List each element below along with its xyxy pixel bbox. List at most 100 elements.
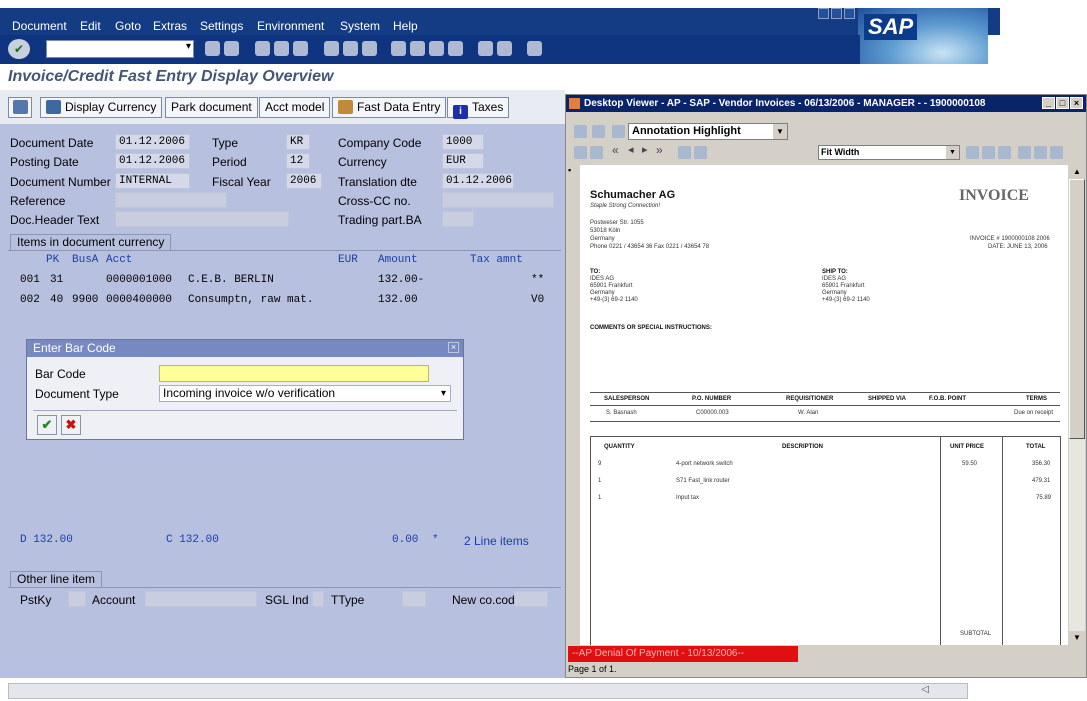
row-pk: 40 bbox=[50, 294, 64, 306]
find-icon[interactable] bbox=[343, 41, 358, 56]
doc-header-text-field[interactable] bbox=[115, 211, 289, 227]
refresh-icon[interactable] bbox=[1034, 146, 1047, 159]
help-icon[interactable] bbox=[527, 41, 542, 56]
fullscreen-icon[interactable] bbox=[998, 146, 1011, 159]
previous-page-icon[interactable] bbox=[410, 41, 425, 56]
back-icon[interactable] bbox=[255, 41, 270, 56]
type-field[interactable]: KR bbox=[286, 134, 310, 150]
minimize-icon[interactable]: _ bbox=[1042, 97, 1055, 109]
document-date-field[interactable]: 01.12.2006 bbox=[115, 134, 190, 150]
dropdown-icon[interactable]: ▼ bbox=[946, 146, 959, 159]
line-total: 75.89 bbox=[1036, 495, 1052, 501]
document-number-field[interactable]: INTERNAL bbox=[115, 173, 190, 189]
print-icon[interactable] bbox=[574, 146, 587, 159]
exit-icon[interactable] bbox=[274, 41, 289, 56]
find-next-icon[interactable] bbox=[362, 41, 377, 56]
ttype-field[interactable] bbox=[402, 591, 426, 607]
reference-field[interactable] bbox=[115, 192, 227, 208]
menu-goto[interactable]: Goto bbox=[115, 19, 141, 33]
type-label: Type bbox=[212, 136, 239, 150]
lines-table-right bbox=[1060, 436, 1061, 645]
dropdown-icon[interactable]: ▾ bbox=[186, 41, 191, 52]
pstky-field[interactable] bbox=[68, 591, 86, 607]
zoom-in-icon[interactable] bbox=[678, 146, 691, 159]
previous-page-icon[interactable]: ◂ bbox=[628, 143, 634, 156]
dropdown-icon[interactable]: ▾ bbox=[441, 386, 446, 401]
fast-data-entry-button[interactable]: Fast Data Entry bbox=[332, 97, 447, 118]
sgl-ind-field[interactable] bbox=[312, 591, 324, 607]
close-icon[interactable]: × bbox=[448, 342, 459, 353]
row-amount: 132.00- bbox=[378, 274, 425, 286]
last-page-icon[interactable] bbox=[448, 41, 463, 56]
fit-page-icon[interactable] bbox=[966, 146, 979, 159]
menu-document[interactable]: Document bbox=[12, 19, 67, 33]
menu-environment[interactable]: Environment bbox=[257, 19, 324, 33]
posting-date-field[interactable]: 01.12.2006 bbox=[115, 153, 190, 169]
currency-field[interactable]: EUR bbox=[442, 153, 484, 169]
zoom-select[interactable]: Fit Width ▼ bbox=[818, 145, 960, 160]
settings-icon[interactable] bbox=[1050, 146, 1063, 159]
minimize-icon[interactable] bbox=[818, 8, 829, 19]
print-icon[interactable] bbox=[324, 41, 339, 56]
maximize-icon[interactable]: □ bbox=[1056, 97, 1069, 109]
denial-banner[interactable]: --AP Denial Of Payment - 10/13/2006-- bbox=[568, 646, 798, 662]
desktop-viewer-window: Desktop Viewer - AP - SAP - Vendor Invoi… bbox=[565, 94, 1087, 678]
shortcut-icon[interactable] bbox=[497, 41, 512, 56]
document-overview-button[interactable] bbox=[8, 97, 32, 118]
zoom-out-icon[interactable] bbox=[694, 146, 707, 159]
period-field[interactable]: 12 bbox=[286, 153, 310, 169]
scan-icon[interactable] bbox=[590, 146, 603, 159]
cancel-button[interactable]: ✖ bbox=[61, 415, 81, 435]
bar-code-input[interactable] bbox=[159, 365, 429, 382]
other-line-tab[interactable]: Other line item bbox=[10, 571, 103, 587]
scrollbar-thumb[interactable] bbox=[1069, 179, 1085, 439]
items-tab[interactable]: Items in document currency bbox=[10, 234, 172, 250]
acct-model-button[interactable]: Acct model bbox=[259, 97, 331, 118]
taxes-button[interactable]: i Taxes bbox=[447, 97, 510, 119]
ship-to-label: SHIP TO: bbox=[822, 269, 848, 275]
annotation-mode-select[interactable]: Annotation Highlight ▼ bbox=[628, 123, 788, 140]
maximize-icon[interactable] bbox=[831, 8, 842, 19]
menu-extras[interactable]: Extras bbox=[153, 19, 187, 33]
cancel-icon[interactable] bbox=[293, 41, 308, 56]
confirm-button[interactable]: ✔ bbox=[37, 415, 57, 435]
save-icon[interactable] bbox=[592, 125, 605, 138]
company-code-field[interactable]: 1000 bbox=[442, 134, 484, 150]
col-pk: PK bbox=[46, 254, 60, 266]
menu-settings[interactable]: Settings bbox=[200, 19, 243, 33]
document-type-select[interactable]: Incoming invoice w/o verification ▾ bbox=[159, 385, 451, 402]
menu-edit[interactable]: Edit bbox=[80, 19, 101, 33]
thumbnails-icon[interactable] bbox=[982, 146, 995, 159]
trading-part-label: Trading part.BA bbox=[338, 213, 422, 227]
new-co-code-field[interactable] bbox=[514, 591, 548, 607]
open-icon[interactable] bbox=[574, 125, 587, 138]
close-icon[interactable] bbox=[844, 8, 855, 19]
close-icon[interactable]: × bbox=[1070, 97, 1083, 109]
fiscal-year-field[interactable]: 2006 bbox=[286, 173, 322, 189]
rotate-icon[interactable] bbox=[1018, 146, 1031, 159]
cross-cc-field[interactable] bbox=[442, 192, 554, 208]
annotation-icon[interactable] bbox=[612, 125, 625, 138]
enter-button[interactable]: ✔ bbox=[8, 39, 30, 59]
first-page-icon[interactable]: « bbox=[612, 143, 619, 157]
display-currency-button[interactable]: Display Currency bbox=[40, 97, 163, 118]
trading-part-field[interactable] bbox=[442, 211, 474, 227]
collapse-icon[interactable]: ◁ bbox=[921, 684, 929, 695]
new-session-icon[interactable] bbox=[478, 41, 493, 56]
first-page-icon[interactable] bbox=[391, 41, 406, 56]
scroll-down-icon[interactable]: ▼ bbox=[1069, 631, 1085, 645]
menu-system[interactable]: System bbox=[340, 19, 380, 33]
menu-help[interactable]: Help bbox=[393, 19, 418, 33]
park-document-button[interactable]: Park document bbox=[165, 97, 258, 118]
translation-dte-field[interactable]: 01.12.2006 bbox=[442, 173, 514, 189]
back-arrow-icon[interactable] bbox=[205, 41, 220, 56]
next-page-icon[interactable] bbox=[429, 41, 444, 56]
last-page-icon[interactable]: » bbox=[656, 143, 663, 157]
save-icon[interactable] bbox=[224, 41, 239, 56]
vertical-scrollbar[interactable]: ▲ ▼ bbox=[1069, 165, 1085, 645]
scroll-up-icon[interactable]: ▲ bbox=[1069, 165, 1085, 179]
dropdown-icon[interactable]: ▼ bbox=[773, 124, 787, 139]
next-page-icon[interactable]: ▸ bbox=[642, 143, 648, 156]
account-field[interactable] bbox=[145, 591, 257, 607]
command-field[interactable]: ▾ bbox=[46, 40, 194, 58]
